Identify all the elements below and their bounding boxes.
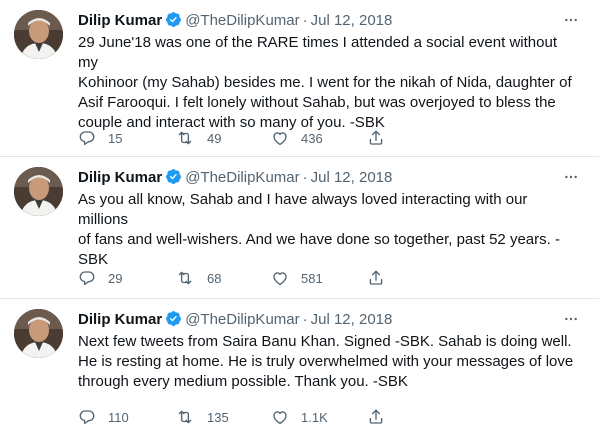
tweet-header: Dilip Kumar @TheDilipKumar · Jul 12, 2018	[78, 168, 559, 188]
share-button[interactable]	[367, 128, 385, 148]
avatar[interactable]	[14, 167, 63, 216]
heart-icon	[271, 408, 289, 426]
retweet-button[interactable]: 49	[175, 128, 271, 148]
reply-button[interactable]: 110	[78, 407, 175, 427]
author-name[interactable]: Dilip Kumar	[78, 311, 162, 328]
tweet-actions: 29 68 581	[78, 268, 385, 288]
tweet-header: Dilip Kumar @TheDilipKumar · Jul 12, 2018	[78, 11, 559, 31]
tweet-date[interactable]: Jul 12, 2018	[311, 169, 393, 186]
reply-button[interactable]: 29	[78, 268, 175, 288]
tweet-header: Dilip Kumar @TheDilipKumar · Jul 12, 2018	[78, 310, 559, 330]
like-button[interactable]: 1.1K	[271, 407, 367, 427]
verified-badge-icon	[165, 310, 182, 333]
avatar[interactable]	[14, 10, 63, 59]
separator-dot: ·	[302, 311, 308, 328]
retweet-count: 135	[207, 409, 229, 425]
timeline: Dilip Kumar @TheDilipKumar · Jul 12, 2018 2…	[0, 0, 599, 440]
verified-badge-icon	[165, 11, 182, 34]
more-horizontal-icon[interactable]	[561, 309, 581, 329]
tweet[interactable]: Dilip Kumar @TheDilipKumar · Jul 12, 2018 N…	[0, 299, 599, 440]
like-count: 1.1K	[301, 409, 328, 425]
retweet-count: 49	[207, 130, 222, 146]
like-button[interactable]: 436	[271, 128, 367, 148]
share-button[interactable]	[367, 407, 385, 427]
separator-dot: ·	[302, 12, 308, 29]
tweet-text: As you all know, Sahab and I have always…	[78, 191, 560, 268]
share-upload-icon	[367, 408, 385, 426]
retweet-icon	[175, 408, 195, 426]
like-button[interactable]: 581	[271, 268, 367, 288]
author-handle[interactable]: @TheDilipKumar	[185, 12, 299, 29]
reply-count: 110	[108, 409, 129, 425]
share-upload-icon	[367, 129, 385, 147]
author-handle[interactable]: @TheDilipKumar	[185, 169, 299, 186]
more-horizontal-icon[interactable]	[561, 167, 581, 187]
tweet-actions: 110 135 1.1K	[78, 407, 385, 427]
tweet-actions: 15 49 436	[78, 128, 385, 148]
tweet[interactable]: Dilip Kumar @TheDilipKumar · Jul 12, 2018 2…	[0, 0, 599, 157]
tweet-date[interactable]: Jul 12, 2018	[311, 311, 393, 328]
reply-bubble-icon	[78, 129, 96, 147]
like-count: 581	[301, 270, 323, 286]
reply-count: 29	[108, 270, 123, 286]
verified-badge-icon	[165, 168, 182, 191]
separator-dot: ·	[302, 169, 308, 186]
retweet-icon	[175, 269, 195, 287]
reply-bubble-icon	[78, 408, 96, 426]
avatar[interactable]	[14, 309, 63, 358]
retweet-count: 68	[207, 270, 222, 286]
share-upload-icon	[367, 269, 385, 287]
tweet-text: Next few tweets from Saira Banu Khan. Si…	[78, 333, 574, 390]
tweet-date[interactable]: Jul 12, 2018	[311, 12, 393, 29]
retweet-icon	[175, 129, 195, 147]
retweet-button[interactable]: 135	[175, 407, 271, 427]
heart-icon	[271, 269, 289, 287]
more-horizontal-icon[interactable]	[561, 10, 581, 30]
share-button[interactable]	[367, 268, 385, 288]
like-count: 436	[301, 130, 323, 146]
tweet[interactable]: Dilip Kumar @TheDilipKumar · Jul 12, 2018 A…	[0, 157, 599, 299]
author-name[interactable]: Dilip Kumar	[78, 169, 162, 186]
heart-icon	[271, 129, 289, 147]
tweet-text: 29 June'18 was one of the RARE times I a…	[78, 34, 572, 131]
retweet-button[interactable]: 68	[175, 268, 271, 288]
author-name[interactable]: Dilip Kumar	[78, 12, 162, 29]
reply-count: 15	[108, 130, 123, 146]
reply-button[interactable]: 15	[78, 128, 175, 148]
reply-bubble-icon	[78, 269, 96, 287]
author-handle[interactable]: @TheDilipKumar	[185, 311, 299, 328]
